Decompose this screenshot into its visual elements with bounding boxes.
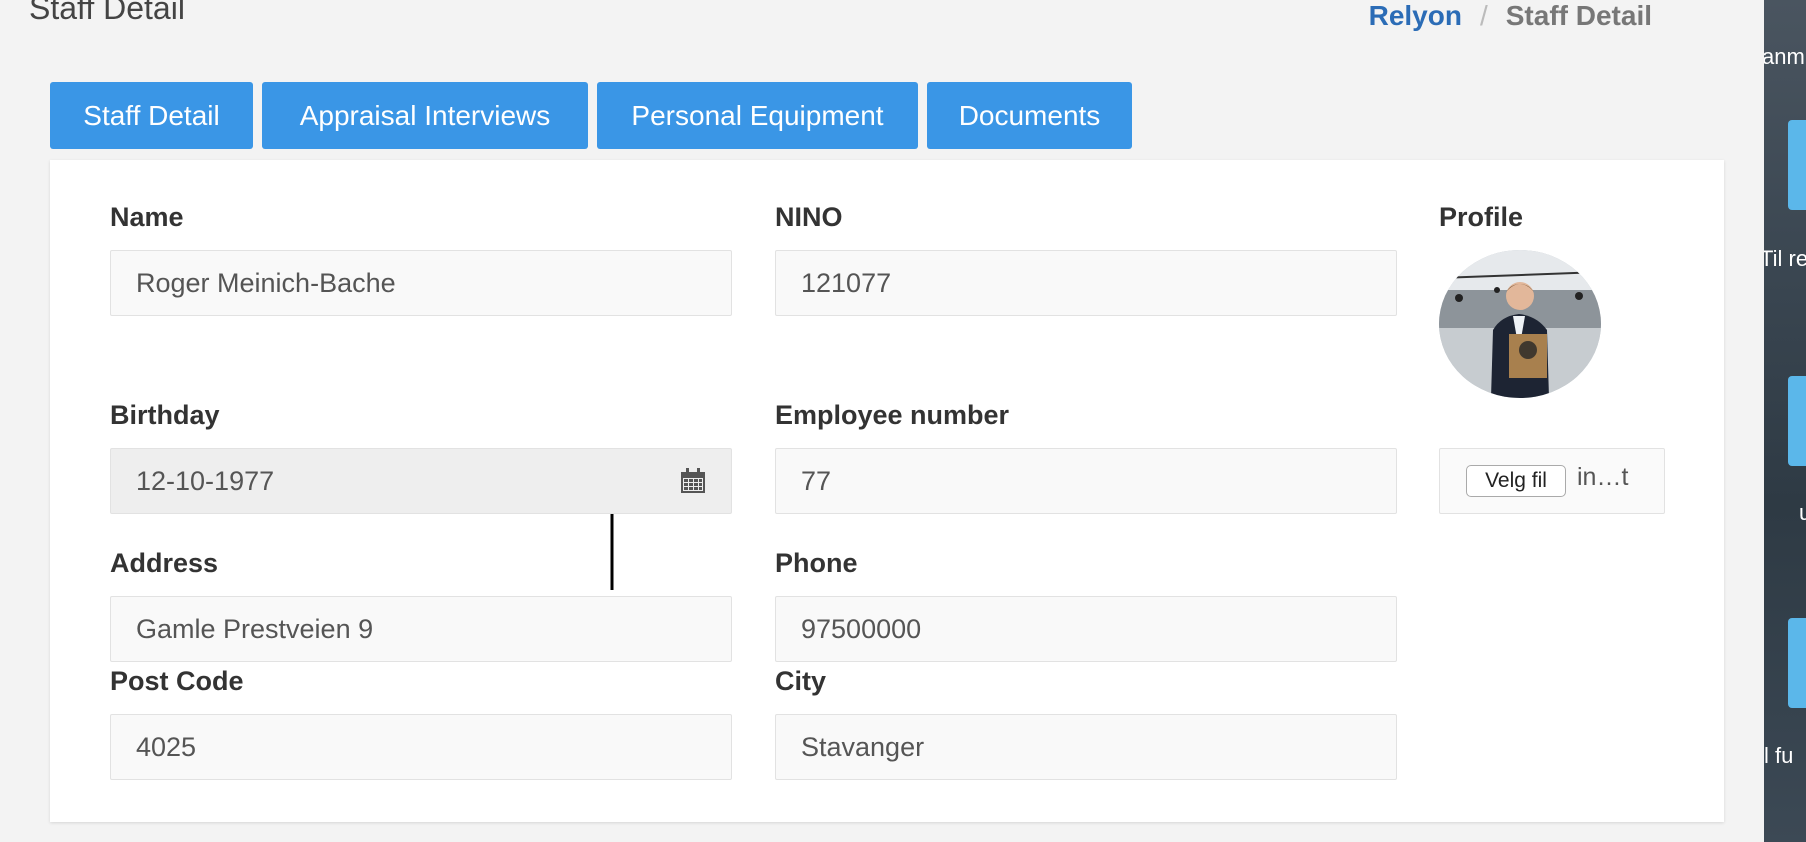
city-field[interactable] xyxy=(775,714,1397,780)
desktop-label: u xyxy=(1799,500,1806,525)
breadcrumb-separator: / xyxy=(1479,0,1488,31)
desktop-background: anm Til re u l fu xyxy=(1764,0,1806,842)
tab-personal-equipment[interactable]: Personal Equipment xyxy=(597,82,918,149)
breadcrumb: Relyon / Staff Detail xyxy=(1369,0,1652,32)
birthday-label: Birthday xyxy=(110,400,220,430)
desktop-folder-icon[interactable] xyxy=(1788,376,1806,466)
calendar-icon[interactable] xyxy=(679,467,707,495)
profile-file-input: Velg fil in…t xyxy=(1439,448,1665,514)
staff-detail-card: Name NINO Profile xyxy=(50,160,1724,822)
post-code-label: Post Code xyxy=(110,666,244,696)
nino-label: NINO xyxy=(775,202,843,232)
address-label: Address xyxy=(110,548,219,578)
birthday-field[interactable]: 12-10-1977 xyxy=(110,448,732,514)
phone-label: Phone xyxy=(775,548,858,578)
employee-number-label: Employee number xyxy=(775,400,1010,430)
birthday-value: 12-10-1977 xyxy=(136,466,275,496)
phone-field[interactable] xyxy=(775,596,1397,662)
tab-documents[interactable]: Documents xyxy=(927,82,1132,149)
nino-field[interactable] xyxy=(775,250,1397,316)
employee-number-field[interactable] xyxy=(775,448,1397,514)
tab-staff-detail[interactable]: Staff Detail xyxy=(50,82,253,149)
choose-file-button[interactable]: Velg fil xyxy=(1466,465,1566,497)
breadcrumb-current: Staff Detail xyxy=(1505,0,1652,31)
file-name-text: in…t xyxy=(1577,463,1629,491)
desktop-label: anm xyxy=(1764,44,1805,69)
name-field[interactable] xyxy=(110,250,732,316)
desktop-label: Til re xyxy=(1764,246,1806,271)
breadcrumb-home-link[interactable]: Relyon xyxy=(1369,0,1462,31)
profile-label: Profile xyxy=(1439,202,1524,232)
staff-detail-page: Staff Detail Relyon / Staff Detail Staff D… xyxy=(0,0,1764,842)
profile-avatar xyxy=(1439,250,1601,398)
tab-appraisal-interviews[interactable]: Appraisal Interviews xyxy=(262,82,588,149)
city-label: City xyxy=(775,666,827,696)
address-field[interactable] xyxy=(110,596,732,662)
desktop-folder-icon[interactable] xyxy=(1788,618,1806,708)
post-code-field[interactable] xyxy=(110,714,732,780)
name-label: Name xyxy=(110,202,184,232)
profile-photo xyxy=(1439,250,1601,398)
desktop-folder-icon[interactable] xyxy=(1788,120,1806,210)
desktop-label: l fu xyxy=(1764,743,1794,768)
page-title: Staff Detail xyxy=(29,0,185,26)
